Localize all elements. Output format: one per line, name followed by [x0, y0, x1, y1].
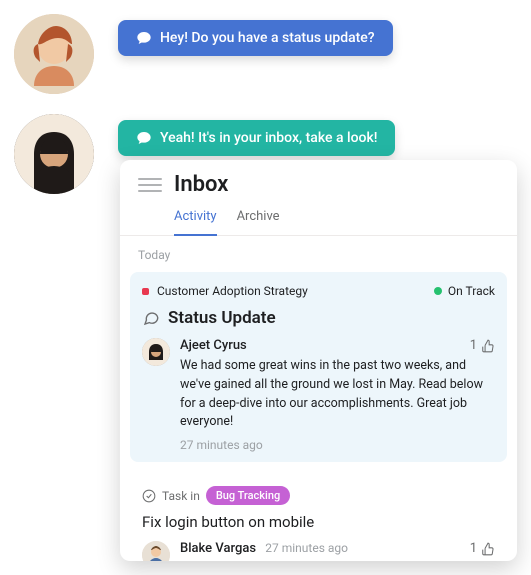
author-name: Blake Vargas	[180, 541, 256, 556]
inbox-panel: Inbox Activity Archive Today Customer Ad…	[120, 160, 517, 561]
avatar-user-1	[14, 14, 94, 94]
thumbs-up-icon	[481, 542, 495, 556]
tabs: Activity Archive	[120, 197, 517, 236]
chat-text-2: Yeah! It's in your inbox, take a look!	[160, 130, 377, 146]
status-badge: On Track	[434, 284, 495, 298]
tab-activity[interactable]: Activity	[174, 201, 217, 236]
check-circle-icon	[142, 489, 156, 503]
like-button[interactable]: 1	[470, 541, 495, 556]
inbox-title: Inbox	[174, 172, 228, 197]
like-count: 1	[470, 338, 477, 353]
author-avatar	[142, 338, 170, 366]
comment-text: Hey @Hailey Meier can you QA this today?	[180, 560, 495, 561]
avatar-user-2	[14, 114, 94, 194]
chat-row-1: Hey! Do you have a status update?	[14, 14, 393, 94]
panel-header: Inbox	[120, 172, 517, 197]
chat-bubble-2: Yeah! It's in your inbox, take a look!	[118, 120, 395, 156]
comment-text: We had some great wins in the past two w…	[180, 357, 495, 432]
tab-archive[interactable]: Archive	[237, 201, 280, 235]
comment-time: 27 minutes ago	[265, 541, 348, 555]
project-dot-icon	[142, 288, 149, 295]
card-title: Status Update	[168, 308, 276, 328]
section-today: Today	[120, 236, 517, 272]
chat-text-1: Hey! Do you have a status update?	[160, 30, 375, 46]
thumbs-up-icon	[481, 339, 495, 353]
project-pill[interactable]: Bug Tracking	[206, 486, 290, 505]
comment-time: 27 minutes ago	[180, 438, 495, 452]
speech-bubble-icon	[142, 309, 160, 327]
task-in-label: Task in	[162, 489, 200, 503]
like-count: 1	[470, 541, 477, 556]
project-name: Customer Adoption Strategy	[157, 284, 308, 298]
author-name: Ajeet Cyrus	[180, 338, 495, 353]
task-title: Fix login button on mobile	[142, 513, 495, 531]
author-avatar	[142, 541, 170, 561]
task-card[interactable]: Task in Bug Tracking Fix login button on…	[130, 474, 507, 561]
like-button[interactable]: 1	[470, 338, 495, 353]
chat-icon	[136, 30, 152, 46]
status-bullet-icon	[434, 287, 442, 295]
chat-icon	[136, 130, 152, 146]
menu-icon[interactable]	[138, 174, 162, 196]
status-text: On Track	[448, 284, 495, 298]
chat-bubble-1: Hey! Do you have a status update?	[118, 20, 393, 56]
status-update-card[interactable]: Customer Adoption Strategy On Track Stat…	[130, 272, 507, 462]
